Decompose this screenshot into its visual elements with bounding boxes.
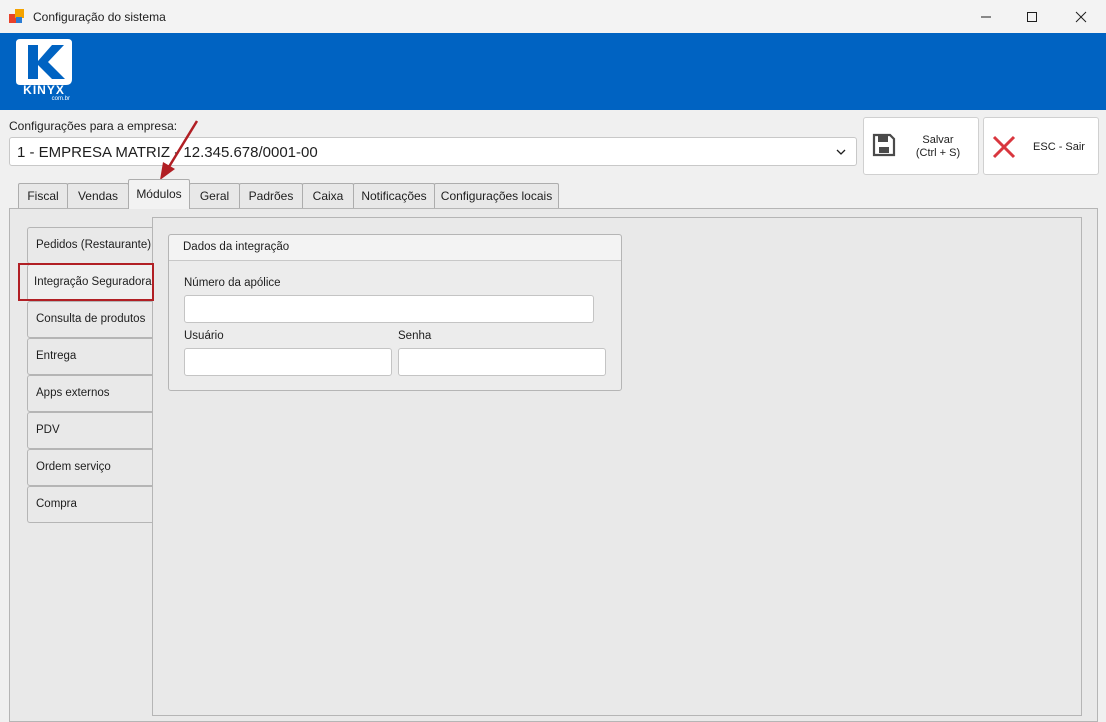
password-label: Senha [398,330,432,342]
chevron-down-icon [836,149,846,155]
policy-number-input[interactable] [184,295,594,323]
tab-vendas[interactable]: Vendas [67,183,129,208]
header-banner [0,33,1106,110]
company-label: Configurações para a empresa: [9,119,178,133]
module-tab-ordem-servico[interactable]: Ordem serviço [27,449,153,486]
logo-subtext: com.br [51,96,70,102]
company-select[interactable]: 1 - EMPRESA MATRIZ - 12.345.678/0001-00 [9,137,857,166]
maximize-button[interactable] [1009,0,1055,33]
close-button[interactable] [1058,0,1104,33]
logo-text: KINYX [23,83,65,97]
policy-number-label: Número da apólice [184,277,281,289]
tab-geral[interactable]: Geral [189,183,240,208]
minimize-button[interactable] [963,0,1009,33]
close-icon [1075,11,1087,22]
app-icon [9,9,24,23]
integration-group-title: Dados da integração [183,241,290,253]
save-icon [872,133,896,157]
kinyx-logo-mark [16,39,72,85]
minimize-icon [981,16,991,17]
module-tab-consulta-produtos[interactable]: Consulta de produtos [27,301,153,338]
window-title: Configuração do sistema [33,10,166,24]
annotation-arrow-icon [160,120,199,180]
tab-padroes[interactable]: Padrões [239,183,303,208]
tab-notificacoes[interactable]: Notificações [353,183,435,208]
module-tab-apps-externos[interactable]: Apps externos [27,375,153,412]
tab-configuracoes-locais[interactable]: Configurações locais [434,183,559,208]
save-button[interactable]: Salvar (Ctrl + S) [863,117,979,175]
module-tab-pdv[interactable]: PDV [27,412,153,449]
module-tab-pedidos[interactable]: Pedidos (Restaurante) [27,227,153,264]
exit-label: ESC - Sair [1033,141,1085,153]
maximize-icon [1027,11,1037,22]
tab-modulos[interactable]: Módulos [128,179,190,209]
password-input[interactable] [398,348,606,376]
module-tab-compra[interactable]: Compra [27,486,153,523]
exit-button[interactable]: ESC - Sair [983,117,1099,175]
save-label: Salvar [922,134,954,146]
close-x-icon [992,135,1016,159]
tab-caixa[interactable]: Caixa [302,183,354,208]
module-tab-entrega[interactable]: Entrega [27,338,153,375]
kinyx-logo: KINYX com.br [16,39,72,103]
user-input[interactable] [184,348,392,376]
user-label: Usuário [184,330,224,342]
highlight-box [18,263,154,301]
save-shortcut: (Ctrl + S) [915,147,961,159]
tab-fiscal[interactable]: Fiscal [18,183,68,208]
